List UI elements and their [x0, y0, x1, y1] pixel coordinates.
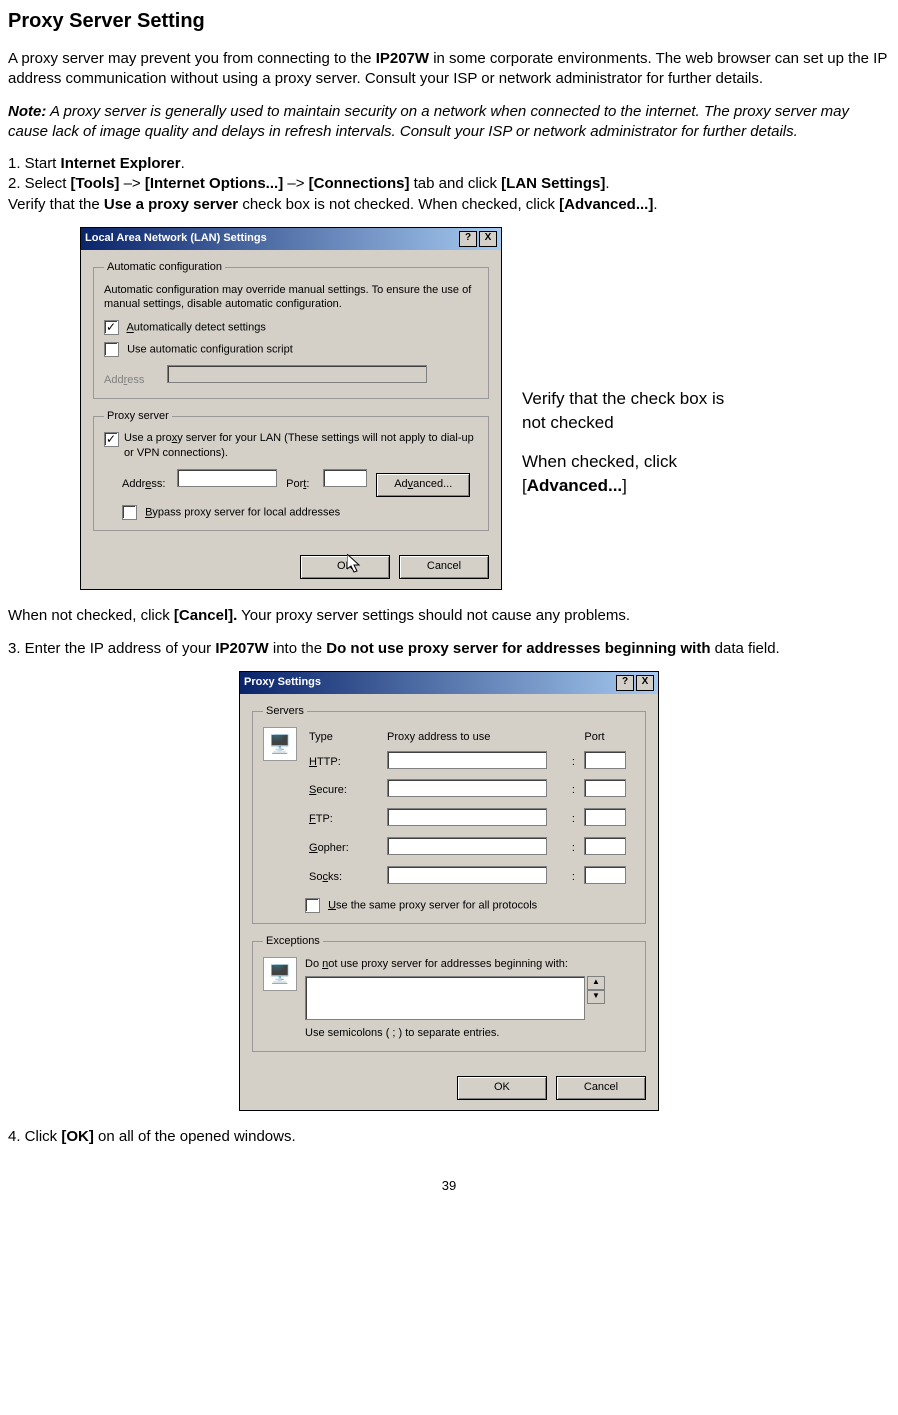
step-1: 1. Start Internet Explorer.: [8, 154, 890, 174]
ok-button[interactable]: OK: [300, 555, 390, 579]
help-icon[interactable]: ?: [616, 675, 634, 691]
secure-address-input[interactable]: [387, 779, 547, 797]
auto-config-group: Automatic configuration Automatic config…: [93, 260, 489, 399]
col-port: Port: [580, 727, 635, 748]
exceptions-label: Do not use proxy server for addresses be…: [305, 957, 635, 972]
cancel-button[interactable]: Cancel: [556, 1076, 646, 1100]
proxy-address-label: Address:: [122, 477, 174, 492]
proxy-port-input[interactable]: [323, 469, 367, 487]
step-2: 2. Select [Tools] –> [Internet Options..…: [8, 174, 890, 194]
exceptions-icon: 🖥️: [263, 957, 297, 991]
exceptions-legend: Exceptions: [263, 934, 323, 949]
servers-group: Servers 🖥️ Type Proxy address to use Por…: [252, 704, 646, 924]
intro-paragraph: A proxy server may prevent you from conn…: [8, 49, 890, 90]
servers-legend: Servers: [263, 704, 307, 719]
verify-line: Verify that the Use a proxy server check…: [8, 195, 890, 215]
bypass-label: Bypass proxy server for local addresses: [145, 507, 340, 519]
http-address-input[interactable]: [387, 751, 547, 769]
auto-address-label: Address: [104, 373, 164, 388]
socks-label: Socks:: [305, 863, 383, 892]
ftp-label: FTP:: [305, 805, 383, 834]
proxy-server-legend: Proxy server: [104, 409, 172, 424]
auto-config-desc: Automatic configuration may override man…: [104, 283, 478, 313]
scroll-up-icon[interactable]: ▲: [587, 976, 605, 990]
advanced-button[interactable]: Advanced...: [376, 473, 470, 497]
secure-port-input[interactable]: [584, 779, 626, 797]
proxy-dialog-title: Proxy Settings: [244, 675, 321, 690]
exceptions-hint: Use semicolons ( ; ) to separate entries…: [305, 1026, 635, 1041]
auto-script-checkbox[interactable]: [104, 342, 119, 357]
scroll-down-icon[interactable]: ▼: [587, 990, 605, 1004]
secure-label: Secure:: [305, 776, 383, 805]
page-title: Proxy Server Setting: [8, 8, 890, 35]
ok-button[interactable]: OK: [457, 1076, 547, 1100]
callout-text: Verify that the check box is not checked…: [522, 227, 752, 591]
proxy-port-label: Port:: [286, 477, 320, 492]
note-paragraph: Note: A proxy server is generally used t…: [8, 102, 890, 143]
help-icon[interactable]: ?: [459, 231, 477, 247]
proxy-server-group: Proxy server Use a proxy server for your…: [93, 409, 489, 532]
http-label: HTTP:: [305, 748, 383, 777]
auto-detect-checkbox[interactable]: [104, 320, 119, 335]
bypass-checkbox[interactable]: [122, 505, 137, 520]
step-4: 4. Click [OK] on all of the opened windo…: [8, 1127, 890, 1147]
use-proxy-label: Use a proxy server for your LAN (These s…: [124, 431, 478, 461]
same-proxy-label: Use the same proxy server for all protoc…: [328, 899, 537, 911]
proxy-settings-dialog: Proxy Settings ? X Servers 🖥️ Type Proxy…: [239, 671, 659, 1111]
ftp-port-input[interactable]: [584, 808, 626, 826]
auto-detect-label: AAutomatically detect settingsutomatical…: [126, 322, 265, 334]
same-proxy-checkbox[interactable]: [305, 898, 320, 913]
col-address: Proxy address to use: [383, 727, 566, 748]
lan-dialog-title: Local Area Network (LAN) Settings: [85, 231, 267, 246]
close-icon[interactable]: X: [636, 675, 654, 691]
gopher-port-input[interactable]: [584, 837, 626, 855]
auto-script-label: Use automatic configuration script: [127, 343, 293, 355]
gopher-label: Gopher:: [305, 834, 383, 863]
close-icon[interactable]: X: [479, 231, 497, 247]
exceptions-group: Exceptions 🖥️ Do not use proxy server fo…: [252, 934, 646, 1052]
gopher-address-input[interactable]: [387, 837, 547, 855]
exceptions-textarea[interactable]: [305, 976, 585, 1020]
servers-icon: 🖥️: [263, 727, 297, 761]
lan-settings-dialog: Local Area Network (LAN) Settings ? X Au…: [80, 227, 502, 591]
page-number: 39: [8, 1177, 890, 1195]
ftp-address-input[interactable]: [387, 808, 547, 826]
figure-lan-settings: Local Area Network (LAN) Settings ? X Au…: [80, 227, 890, 591]
socks-address-input[interactable]: [387, 866, 547, 884]
col-type: Type: [305, 727, 383, 748]
cancel-button[interactable]: Cancel: [399, 555, 489, 579]
auto-address-input: [167, 365, 427, 383]
figure-proxy-settings: Proxy Settings ? X Servers 🖥️ Type Proxy…: [239, 671, 659, 1111]
after-figure1: When not checked, click [Cancel]. Your p…: [8, 606, 890, 626]
proxy-address-input[interactable]: [177, 469, 277, 487]
socks-port-input[interactable]: [584, 866, 626, 884]
step-3: 3. Enter the IP address of your IP207W i…: [8, 639, 886, 659]
use-proxy-checkbox[interactable]: [104, 432, 119, 447]
auto-config-legend: Automatic configuration: [104, 260, 225, 275]
http-port-input[interactable]: [584, 751, 626, 769]
